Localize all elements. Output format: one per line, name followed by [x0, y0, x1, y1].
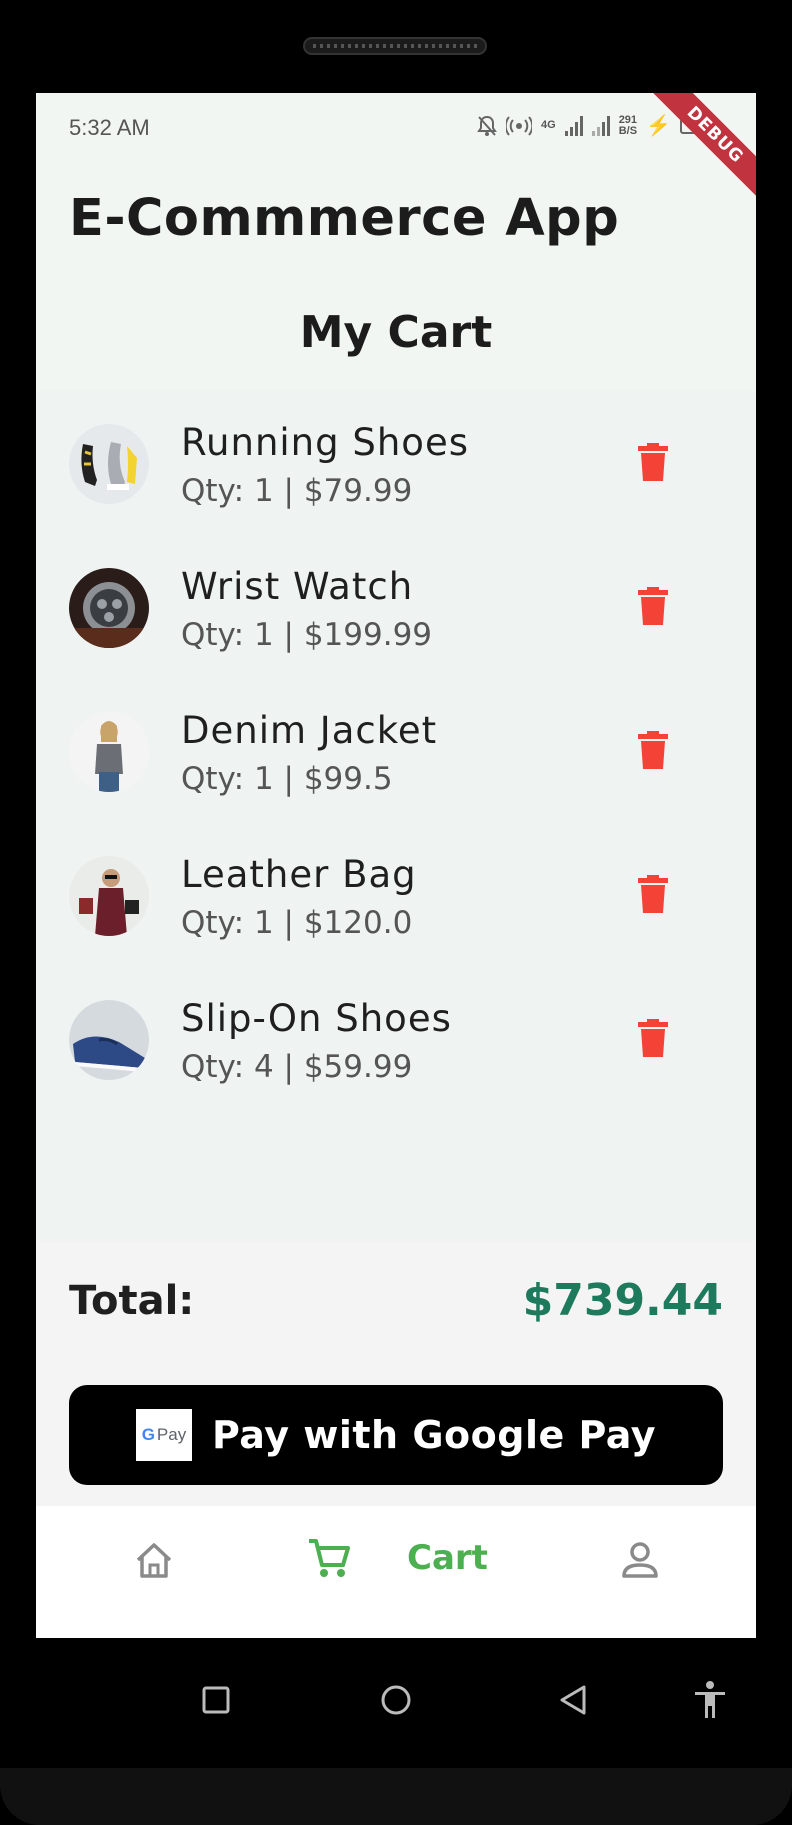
cart-item-qty-price: Qty: 1 | $99.5 [181, 761, 393, 797]
phone-bezel-bottom [0, 1768, 792, 1825]
nav-cart-label: Cart [407, 1538, 488, 1578]
delete-icon[interactable] [638, 875, 668, 913]
cart-item[interactable]: Running Shoes Qty: 1 | $79.99 [36, 391, 756, 535]
app-title: E-Commmerce App [69, 189, 620, 248]
cart-item-name: Denim Jacket [181, 709, 438, 752]
total-value: $739.44 [522, 1275, 723, 1326]
status-bar: 5:32 AM 4G 291 B/S ⚡ [36, 93, 756, 163]
cart-item-qty-price: Qty: 1 | $79.99 [181, 473, 413, 509]
network-speed-unit: B/S [618, 124, 638, 137]
total-label: Total: [69, 1278, 195, 1324]
network-speed: 291 B/S [618, 113, 638, 137]
google-pay-logo-icon: G Pay [135, 1409, 192, 1461]
running-shoes-image [69, 424, 149, 504]
android-nav-bar [0, 1638, 792, 1768]
delete-icon[interactable] [638, 1019, 668, 1057]
wrist-watch-image [69, 568, 149, 648]
phone-bezel-top [0, 0, 792, 93]
cart-list[interactable]: Running Shoes Qty: 1 | $79.99 Wrist Watc… [36, 391, 756, 1241]
signal-strength-icon-2 [591, 115, 610, 136]
slip-on-shoes-image [69, 1000, 149, 1080]
status-icons: 4G 291 B/S ⚡ [477, 113, 710, 138]
nav-cart-tab[interactable]: Cart [306, 1528, 488, 1588]
signal-strength-icon [564, 115, 583, 136]
gpay-logo-pay: Pay [156, 1425, 187, 1444]
cart-item[interactable]: Slip-On Shoes Qty: 4 | $59.99 [36, 967, 756, 1111]
app-screen: 5:32 AM 4G 291 B/S ⚡ DEBUG E-Commmerce A… [36, 93, 756, 1638]
cart-item-qty-price: Qty: 1 | $199.99 [181, 617, 433, 653]
charging-icon: ⚡ [646, 115, 671, 137]
cart-item-qty-price: Qty: 4 | $59.99 [181, 1049, 413, 1085]
cart-item-name: Wrist Watch [181, 565, 414, 608]
home-button-icon[interactable] [380, 1684, 412, 1716]
delete-icon[interactable] [638, 443, 668, 481]
phone-speaker [303, 37, 487, 55]
recents-icon[interactable] [202, 1686, 230, 1714]
network-type: 4G [541, 119, 556, 131]
denim-jacket-image [69, 712, 149, 792]
person-icon[interactable] [618, 1538, 662, 1582]
notifications-off-icon [477, 115, 497, 136]
delete-icon[interactable] [638, 731, 668, 769]
cart-item-name: Slip-On Shoes [181, 997, 452, 1040]
cart-item[interactable]: Leather Bag Qty: 1 | $120.0 [36, 823, 756, 967]
leather-bag-image [69, 856, 149, 936]
accessibility-icon[interactable] [692, 1680, 728, 1720]
network-speed-value: 291 [618, 113, 638, 126]
cart-item[interactable]: Wrist Watch Qty: 1 | $199.99 [36, 535, 756, 679]
cart-icon [309, 1539, 350, 1577]
google-pay-button[interactable]: G Pay Pay with Google Pay [69, 1385, 723, 1485]
page-title: My Cart [299, 307, 493, 358]
status-time: 5:32 AM [69, 115, 150, 140]
home-icon[interactable] [132, 1538, 176, 1582]
total-section: Total: $739.44 G Pay Pay with Google Pay [36, 1241, 756, 1506]
gpay-logo-g: G [141, 1425, 155, 1444]
cart-item-name: Leather Bag [181, 853, 417, 896]
cart-item-name: Running Shoes [181, 421, 469, 464]
cart-item-qty-price: Qty: 1 | $120.0 [181, 905, 413, 941]
google-pay-label: Pay with Google Pay [211, 1413, 657, 1457]
bottom-nav: Cart [36, 1506, 756, 1638]
hotspot-icon [506, 115, 532, 136]
cart-item[interactable]: Denim Jacket Qty: 1 | $99.5 [36, 679, 756, 823]
delete-icon[interactable] [638, 587, 668, 625]
back-icon[interactable] [558, 1684, 588, 1716]
